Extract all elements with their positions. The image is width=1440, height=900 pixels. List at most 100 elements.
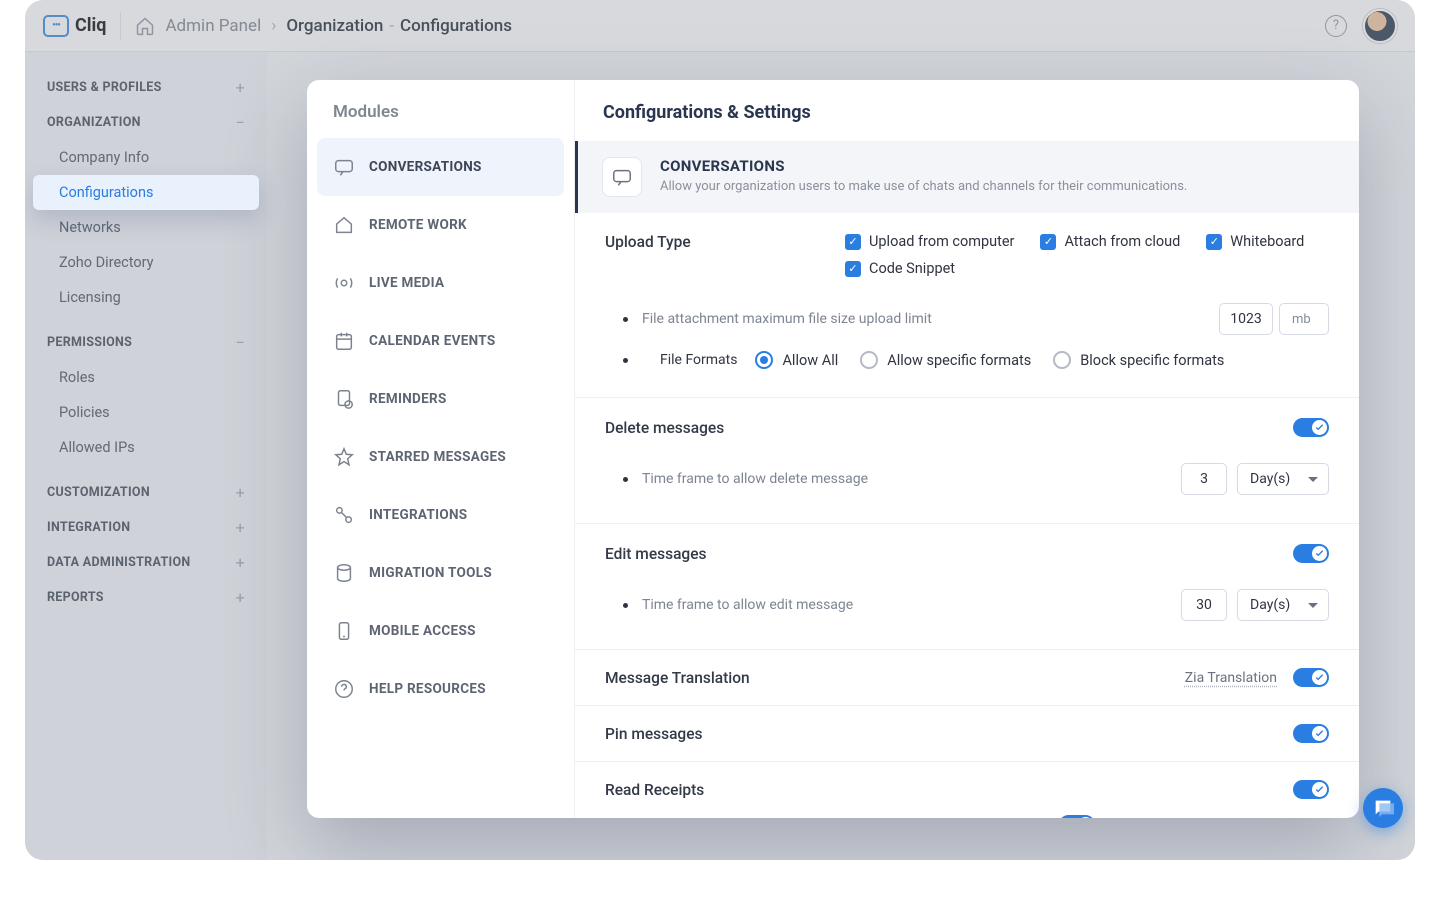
star-icon [333,446,355,468]
module-mobile-access[interactable]: MOBILE ACCESS [317,602,564,660]
chk-upload-computer[interactable]: ✓Upload from computer [845,233,1014,250]
mobile-icon [333,620,355,642]
plus-icon: + [236,588,245,607]
radio-unchecked-icon [1053,351,1071,369]
settings-title: Configurations & Settings [575,80,1359,141]
file-size-input[interactable] [1219,303,1273,335]
nav-item-allowed-ips[interactable]: Allowed IPs [25,430,267,465]
reminder-icon [333,388,355,410]
read-receipts-toggle[interactable] [1293,780,1329,799]
chat-fab[interactable] [1363,788,1403,828]
radio-unchecked-icon [860,351,878,369]
chat-icon [602,157,642,197]
nav-section-customization[interactable]: CUSTOMIZATION+ [25,475,267,510]
module-live-media[interactable]: LIVE MEDIA [317,254,564,312]
edit-timeframe-input[interactable] [1181,589,1227,621]
zia-translation-link[interactable]: Zia Translation [1185,670,1277,686]
module-calendar-events[interactable]: CALENDAR EVENTS [317,312,564,370]
checkbox-checked-icon: ✓ [1040,234,1056,250]
chk-code-snippet[interactable]: ✓Code Snippet [845,260,955,277]
message-translation-toggle[interactable] [1293,668,1329,687]
module-reminders[interactable]: REMINDERS [317,370,564,428]
help-icon[interactable]: ? [1325,15,1347,37]
nav-section-organization[interactable]: ORGANIZATION− [25,105,267,140]
read-receipts-sub: Allow users in your organization to turn… [575,809,1359,818]
edit-timeframe-unit[interactable]: Day(s) [1237,589,1329,621]
nav-item-roles[interactable]: Roles [25,360,267,395]
nav-section-data-admin[interactable]: DATA ADMINISTRATION+ [25,545,267,580]
app-logo[interactable]: ••• Cliq [43,15,106,37]
header-title: CONVERSATIONS [660,157,1187,175]
calendar-icon [333,330,355,352]
bullet-icon [623,317,628,322]
pin-messages-toggle[interactable] [1293,724,1329,743]
radio-allow-specific[interactable]: Allow specific formats [860,351,1031,369]
configurations-modal: Modules CONVERSATIONS REMOTE WORK LIVE M… [307,80,1359,818]
bullet-icon [623,358,628,363]
divider [120,12,121,40]
module-conversations[interactable]: CONVERSATIONS [317,138,564,196]
read-receipts-row: Read Receipts [575,762,1359,809]
message-translation-row: Message Translation Zia Translation [575,650,1359,706]
radio-allow-all[interactable]: Allow All [755,351,838,369]
module-help-resources[interactable]: HELP RESOURCES [317,660,564,718]
home-icon[interactable] [135,16,155,36]
breadcrumb-dash: - [389,16,394,36]
minus-icon: − [236,113,245,132]
file-formats-label: File Formats [660,352,737,368]
integrations-icon [333,504,355,526]
nav-item-configurations[interactable]: Configurations [33,175,259,210]
conversations-header: CONVERSATIONS Allow your organization us… [575,141,1359,213]
checkbox-checked-icon: ✓ [1206,234,1222,250]
delete-messages-label: Delete messages [605,419,1293,437]
chk-attach-cloud[interactable]: ✓Attach from cloud [1040,233,1180,250]
avatar[interactable] [1363,9,1397,43]
breadcrumb-sep: › [271,16,276,36]
plus-icon: + [236,78,245,97]
chk-whiteboard[interactable]: ✓Whiteboard [1206,233,1304,250]
delete-messages-toggle[interactable] [1293,418,1329,437]
upload-type-block: Upload Type ✓Upload from computer ✓Attac… [575,213,1359,398]
delete-timeframe-input[interactable] [1181,463,1227,495]
settings-panel: Configurations & Settings CONVERSATIONS … [575,80,1359,818]
delete-timeframe-label: Time frame to allow delete message [642,471,1181,487]
breadcrumb: Admin Panel › Organization - Configurati… [165,16,512,36]
module-migration-tools[interactable]: MIGRATION TOOLS [317,544,564,602]
file-size-label: File attachment maximum file size upload… [642,311,1219,327]
chat-bubble-icon [1372,797,1394,819]
nav-item-company-info[interactable]: Company Info [25,140,267,175]
header-desc: Allow your organization users to make us… [660,179,1187,194]
checkbox-checked-icon: ✓ [845,261,861,277]
nav-item-networks[interactable]: Networks [25,210,267,245]
breadcrumb-mid[interactable]: Organization [286,16,383,36]
breadcrumb-root[interactable]: Admin Panel [165,16,261,36]
delete-timeframe-unit[interactable]: Day(s) [1237,463,1329,495]
pin-messages-row: Pin messages [575,706,1359,762]
module-starred-messages[interactable]: STARRED MESSAGES [317,428,564,486]
nav-section-permissions[interactable]: PERMISSIONS− [25,325,267,360]
home-icon [333,214,355,236]
nav-item-zoho-directory[interactable]: Zoho Directory [25,245,267,280]
database-icon [333,562,355,584]
plus-icon: + [236,553,245,572]
nav-section-reports[interactable]: REPORTS+ [25,580,267,615]
edit-messages-toggle[interactable] [1293,544,1329,563]
brand-name: Cliq [75,15,106,36]
radio-block-specific[interactable]: Block specific formats [1053,351,1224,369]
plus-icon: + [236,483,245,502]
pin-messages-label: Pin messages [605,725,1293,743]
upload-type-label: Upload Type [605,233,845,251]
nav-section-integration[interactable]: INTEGRATION+ [25,510,267,545]
message-translation-label: Message Translation [605,669,1185,687]
bullet-icon [623,603,628,608]
delete-messages-block: Delete messages Time frame to allow dele… [575,398,1359,524]
module-remote-work[interactable]: REMOTE WORK [317,196,564,254]
edit-timeframe-label: Time frame to allow edit message [642,597,1181,613]
edit-messages-label: Edit messages [605,545,1293,563]
nav-section-users[interactable]: USERS & PROFILES+ [25,70,267,105]
nav-item-policies[interactable]: Policies [25,395,267,430]
read-receipts-turnoff-toggle[interactable] [1059,815,1095,818]
nav-item-licensing[interactable]: Licensing [25,280,267,315]
file-size-unit: mb [1279,303,1329,335]
module-integrations[interactable]: INTEGRATIONS [317,486,564,544]
